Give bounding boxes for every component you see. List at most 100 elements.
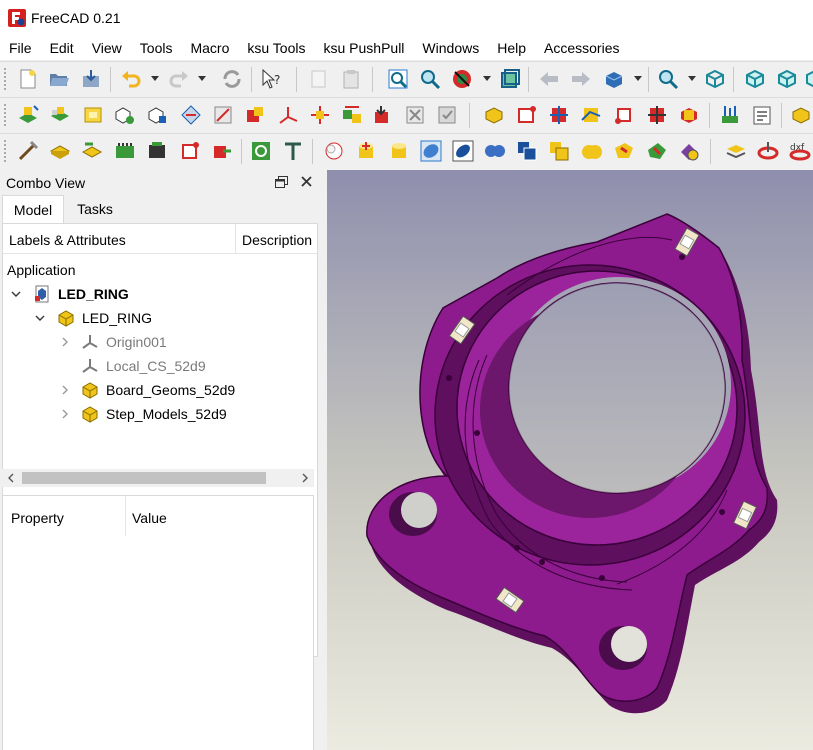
- ksu-sketch-icon[interactable]: [580, 104, 602, 126]
- top-view-icon[interactable]: [776, 68, 798, 90]
- zoom-icon[interactable]: [657, 68, 679, 90]
- ksu-check-icon[interactable]: [678, 140, 700, 162]
- ksu-cube-icon[interactable]: [516, 140, 538, 162]
- redo-dropdown-icon[interactable]: [198, 76, 206, 81]
- 3d-viewport[interactable]: [327, 170, 813, 750]
- scroll-right-icon[interactable]: [300, 473, 310, 483]
- ksu-push-icon[interactable]: [372, 104, 394, 126]
- draw-style-icon[interactable]: [451, 68, 473, 90]
- ksu-t-icon[interactable]: [282, 140, 304, 162]
- ksu-step-icon[interactable]: [81, 140, 103, 162]
- tree-horizontal-scrollbar[interactable]: [2, 469, 314, 487]
- ksu-check-list-icon[interactable]: [751, 104, 773, 126]
- ksu-dxf-icon[interactable]: dxf: [789, 140, 811, 162]
- ksu-edge-icon[interactable]: [613, 104, 635, 126]
- ksu-union-icon[interactable]: [484, 140, 506, 162]
- tree-item-local-cs[interactable]: Local_CS_52d9: [3, 354, 317, 378]
- ksu-move-icon[interactable]: [309, 104, 331, 126]
- ksu-box-icon[interactable]: [483, 104, 505, 126]
- ksu-place-icon[interactable]: [180, 104, 202, 126]
- menu-edit[interactable]: Edit: [50, 40, 74, 56]
- column-property[interactable]: Property: [11, 510, 64, 526]
- std-views-dropdown-icon[interactable]: [634, 76, 642, 81]
- tree-item-step-models[interactable]: Step_Models_52d9: [3, 402, 317, 426]
- ksu-layers-icon[interactable]: [146, 140, 168, 162]
- ksu-shape2-icon[interactable]: [646, 140, 668, 162]
- menu-ksu-pushpull[interactable]: ksu PushPull: [323, 40, 404, 56]
- ksu-load-board-icon[interactable]: [17, 104, 39, 126]
- ksu-solid-icon[interactable]: [452, 140, 474, 162]
- panel-splitter[interactable]: [318, 170, 327, 750]
- ksu-sphere-icon[interactable]: [420, 140, 442, 162]
- ksu-circle-red-icon[interactable]: [757, 140, 779, 162]
- ksu-axis-icon[interactable]: [277, 104, 299, 126]
- ksu-footprint-icon[interactable]: [82, 104, 104, 126]
- toolbar-handle[interactable]: [4, 140, 8, 162]
- std-views-icon[interactable]: [603, 68, 625, 90]
- ksu-fillet-icon[interactable]: [646, 104, 668, 126]
- column-description[interactable]: Description: [235, 224, 312, 254]
- fit-all-icon[interactable]: [387, 68, 409, 90]
- ksu-cube-icon[interactable]: [790, 104, 812, 126]
- ksu-edge-icon[interactable]: [211, 140, 233, 162]
- chevron-down-icon[interactable]: [11, 289, 21, 299]
- ksu-fillet-icon[interactable]: [250, 140, 272, 162]
- ksu-cube2-icon[interactable]: [548, 140, 570, 162]
- float-panel-icon[interactable]: [275, 176, 288, 188]
- undo-icon[interactable]: [120, 68, 142, 90]
- chevron-right-icon[interactable]: [60, 385, 70, 395]
- open-icon[interactable]: [48, 68, 70, 90]
- menu-ksu-tools[interactable]: ksu Tools: [247, 40, 305, 56]
- scroll-left-icon[interactable]: [6, 473, 16, 483]
- led-ring-model[interactable]: [327, 170, 813, 750]
- ksu-pcb-icon[interactable]: [114, 140, 136, 162]
- ksu-tools-icon[interactable]: [17, 140, 39, 162]
- close-panel-icon[interactable]: [300, 175, 313, 188]
- tab-tasks[interactable]: Tasks: [66, 195, 124, 223]
- ksu-circle-icon[interactable]: [323, 140, 345, 162]
- ksu-export-icon[interactable]: [244, 104, 266, 126]
- draw-style-dropdown-icon[interactable]: [483, 76, 491, 81]
- ksu-box-icon[interactable]: [49, 140, 71, 162]
- ksu-stack-icon[interactable]: [725, 140, 747, 162]
- ksu-pull-icon[interactable]: [404, 104, 426, 126]
- ksu-tools-icon[interactable]: [719, 104, 741, 126]
- cut-icon[interactable]: [308, 68, 330, 90]
- paste-icon[interactable]: [340, 68, 362, 90]
- chevron-right-icon[interactable]: [60, 409, 70, 419]
- menu-windows[interactable]: Windows: [422, 40, 479, 56]
- front-view-icon[interactable]: [744, 68, 766, 90]
- column-labels-attributes[interactable]: Labels & Attributes: [9, 232, 126, 248]
- menu-view[interactable]: View: [92, 40, 122, 56]
- tree-item-board-geoms[interactable]: Board_Geoms_52d9: [3, 378, 317, 402]
- menu-tools[interactable]: Tools: [140, 40, 173, 56]
- ksu-shape-icon[interactable]: [613, 140, 635, 162]
- ksu-cylinder2-icon[interactable]: [388, 140, 410, 162]
- ksu-check-icon[interactable]: [436, 104, 458, 126]
- axonometric-icon[interactable]: [704, 68, 726, 90]
- redo-icon[interactable]: [168, 68, 190, 90]
- tree-item-origin[interactable]: Origin001: [3, 330, 317, 354]
- bounding-box-icon[interactable]: [499, 68, 521, 90]
- menu-accessories[interactable]: Accessories: [544, 40, 619, 56]
- refresh-icon[interactable]: [221, 68, 243, 90]
- tree-item-led-ring-part[interactable]: LED_RING: [3, 306, 317, 330]
- tab-model[interactable]: Model: [2, 195, 64, 223]
- back-icon[interactable]: [538, 68, 560, 90]
- save-icon[interactable]: [80, 68, 102, 90]
- ksu-sync-icon[interactable]: [341, 104, 363, 126]
- undo-dropdown-icon[interactable]: [151, 76, 159, 81]
- ksu-model-icon[interactable]: [113, 104, 135, 126]
- ksu-config-icon[interactable]: [212, 104, 234, 126]
- new-document-icon[interactable]: [17, 68, 39, 90]
- scrollbar-thumb[interactable]: [22, 472, 266, 484]
- top-view-icon[interactable]: [804, 68, 813, 90]
- column-value[interactable]: Value: [125, 496, 167, 536]
- ksu-cylinder-icon[interactable]: [355, 140, 377, 162]
- chevron-right-icon[interactable]: [60, 337, 70, 347]
- chevron-down-icon[interactable]: [35, 313, 45, 323]
- whats-this-icon[interactable]: ?: [260, 68, 282, 90]
- ksu-cone-icon[interactable]: [581, 140, 603, 162]
- menu-help[interactable]: Help: [497, 40, 526, 56]
- forward-icon[interactable]: [570, 68, 592, 90]
